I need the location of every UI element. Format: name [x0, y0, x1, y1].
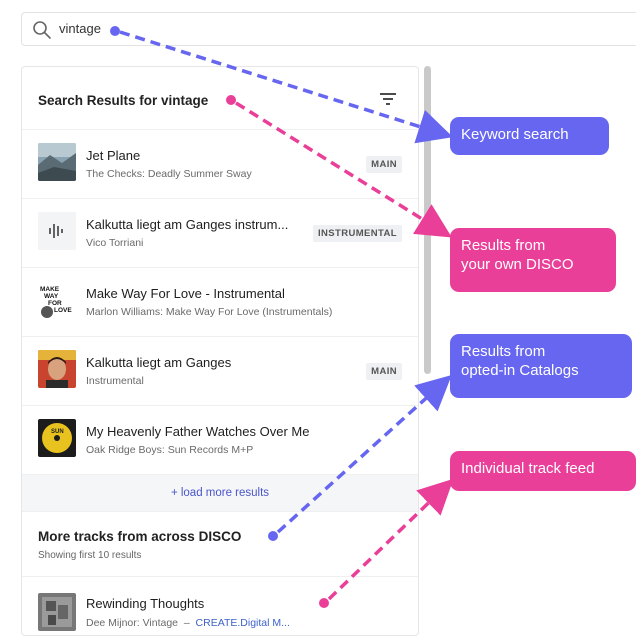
search-icon [33, 21, 51, 39]
track-row[interactable]: Jet Plane The Checks: Deadly Summer Sway… [22, 129, 418, 199]
sun-records-logo: SUN [38, 419, 76, 457]
track-artist: Dee Mijnor: Vintage [86, 617, 179, 629]
track-title: Jet Plane [86, 148, 141, 163]
track-subtitle: Instrumental [86, 375, 144, 387]
callout-catalogs: Results from opted-in Catalogs [450, 334, 632, 398]
track-thumbnail [38, 593, 76, 631]
svg-text:WAY: WAY [44, 293, 59, 300]
track-thumbnail [38, 350, 76, 388]
version-badge: INSTRUMENTAL [312, 225, 402, 242]
version-badge: MAIN [366, 363, 402, 380]
track-subtitle: Oak Ridge Boys: Sun Records M+P [86, 444, 254, 456]
svg-text:MAKE: MAKE [40, 286, 60, 293]
search-input[interactable] [59, 13, 359, 45]
callout-text: Individual track feed [461, 460, 595, 477]
catalog-link[interactable]: CREATE.Digital M... [196, 617, 290, 629]
track-title: Kalkutta liegt am Ganges [86, 355, 232, 370]
divider [22, 576, 418, 577]
callout-text-line: your own DISCO [461, 256, 574, 273]
callout-keyword-search: Keyword search [450, 117, 609, 155]
track-thumbnail [38, 143, 76, 181]
track-title: Make Way For Love - Instrumental [86, 286, 285, 301]
svg-text:FOR: FOR [48, 300, 62, 307]
track-subtitle: Vico Torriani [86, 237, 144, 249]
filter-icon[interactable] [377, 90, 399, 108]
track-title[interactable]: Rewinding Thoughts [86, 596, 204, 611]
svg-text:SUN: SUN [51, 429, 64, 435]
more-tracks-subtitle: Showing first 10 results [38, 550, 142, 561]
track-title: My Heavenly Father Watches Over Me [86, 424, 310, 439]
search-bar[interactable] [21, 12, 636, 46]
track-subtitle: Marlon Williams: Make Way For Love (Inst… [86, 306, 333, 318]
track-subtitle: The Checks: Deadly Summer Sway [86, 168, 252, 180]
results-title: Search Results for vintage [38, 93, 209, 108]
track-row[interactable]: SUN My Heavenly Father Watches Over Me O… [22, 405, 418, 475]
track-subtitle: Dee Mijnor: Vintage – CREATE.Digital M..… [86, 617, 290, 629]
callout-text-line: Results from [461, 343, 546, 360]
album-cover: MAKE WAY FOR LOVE [38, 281, 76, 319]
callout-text: Keyword search [461, 126, 569, 143]
svg-text:LOVE: LOVE [54, 307, 72, 314]
results-panel: Search Results for vintage Jet Plane The… [21, 66, 419, 636]
track-title: Kalkutta liegt am Ganges instrum... [86, 217, 289, 232]
version-badge: MAIN [366, 156, 402, 173]
track-row[interactable]: Kalkutta liegt am Ganges instrum... Vico… [22, 198, 418, 268]
track-row[interactable]: Kalkutta liegt am Ganges Instrumental MA… [22, 336, 418, 406]
load-more-button[interactable]: + load more results [22, 475, 418, 512]
callout-track-feed: Individual track feed [450, 451, 636, 491]
callout-text-line: Results from [461, 237, 546, 254]
track-row[interactable]: MAKE WAY FOR LOVE Make Way For Love - In… [22, 267, 418, 337]
more-tracks-title: More tracks from across DISCO [38, 529, 242, 544]
subtitle-separator: – [178, 617, 196, 629]
waveform-icon [38, 212, 76, 250]
results-header: Search Results for vintage [22, 67, 418, 130]
scrollbar-thumb[interactable] [424, 66, 431, 374]
callout-own-disco: Results from your own DISCO [450, 228, 616, 292]
callout-text-line: opted-in Catalogs [461, 362, 579, 379]
